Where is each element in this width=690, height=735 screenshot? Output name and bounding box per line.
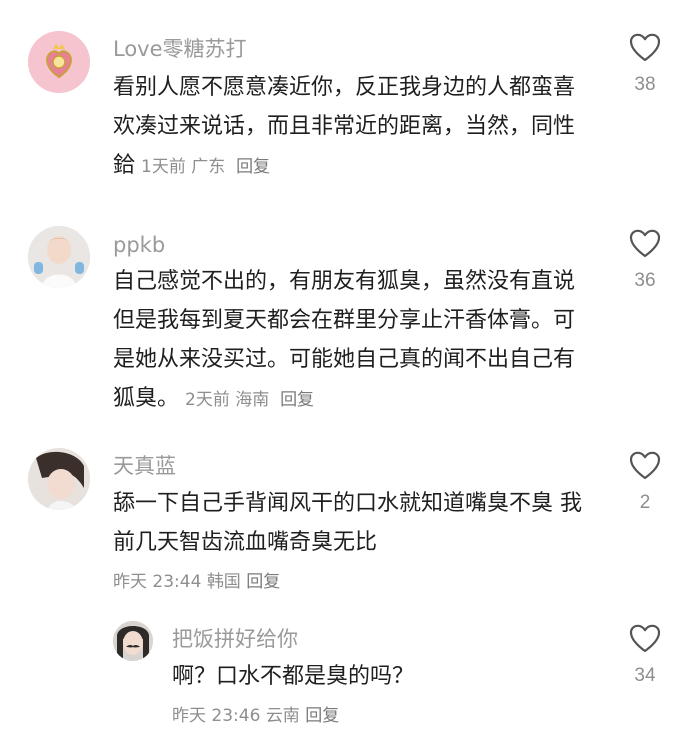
comment-location: 韩国 <box>206 572 241 592</box>
like-count: 38 <box>634 74 656 95</box>
comment-meta: 2天前 海南 回复 <box>185 390 314 410</box>
heart-icon <box>629 229 661 258</box>
reply-time: 昨天 23:46 <box>172 706 261 726</box>
like-count: 34 <box>634 665 656 686</box>
comment-time: 昨天 23:44 <box>113 572 202 592</box>
heart-icon <box>629 33 661 62</box>
reply-button[interactable]: 回复 <box>236 157 270 177</box>
comment-text: 看别人愿不愿意凑近你，反正我身边的人都蛮喜欢凑过来说话，而且非常近的距离，当然，… <box>113 68 583 187</box>
comment-meta: 昨天 23:44 韩国 回复 <box>113 570 280 594</box>
avatar[interactable] <box>113 621 153 661</box>
reply-button[interactable]: 回复 <box>280 390 314 410</box>
avatar[interactable] <box>28 31 90 93</box>
comment-text: 舔一下自己手背闻风干的口水就知道嘴臭不臭 我前几天智齿流血嘴奇臭无比 <box>113 484 583 562</box>
like-count: 2 <box>639 492 651 513</box>
reply-button[interactable]: 回复 <box>246 572 280 592</box>
girl-photo-avatar <box>28 448 90 510</box>
reply-text-body: 啊？口水不都是臭的吗？ <box>172 664 415 689</box>
mustache-girl-avatar <box>113 621 153 661</box>
like-count: 36 <box>634 270 656 291</box>
username[interactable]: ppkb <box>113 232 165 258</box>
username[interactable]: 天真蓝 <box>113 453 176 479</box>
heart-icon <box>629 451 661 480</box>
username[interactable]: Love零糖苏打 <box>113 36 247 62</box>
comment-time: 1天前 <box>141 157 186 177</box>
reply-button[interactable]: 回复 <box>305 706 339 726</box>
avatar[interactable] <box>28 448 90 510</box>
reply-meta: 昨天 23:46 云南 回复 <box>172 704 339 728</box>
heart-icon <box>629 624 661 653</box>
comment-time: 2天前 <box>185 390 230 410</box>
comment-text-body: 自己感觉不出的，有朋友有狐臭，虽然没有直说但是我每到夏天都会在群里分享止汗香体膏… <box>113 269 576 411</box>
comment-text-body: 舔一下自己手背闻风干的口水就知道嘴臭不臭 我前几天智齿流血嘴奇臭无比 <box>113 491 582 555</box>
girl-photo-avatar <box>28 226 90 288</box>
like-button[interactable]: 2 <box>615 451 675 514</box>
like-button[interactable]: 38 <box>615 33 675 96</box>
avatar[interactable] <box>28 226 90 288</box>
reply-location: 云南 <box>265 706 300 726</box>
comment-meta: 1天前 广东 回复 <box>141 157 270 177</box>
pink-heart-badge-icon <box>28 31 90 93</box>
comment-location: 海南 <box>235 390 270 410</box>
username[interactable]: 把饭拼好给你 <box>172 626 298 652</box>
like-button[interactable]: 36 <box>615 229 675 292</box>
like-button[interactable]: 34 <box>615 624 675 687</box>
reply-text: 啊？口水不都是臭的吗？ <box>172 657 592 696</box>
comment-location: 广东 <box>191 157 226 177</box>
comment-text: 自己感觉不出的，有朋友有狐臭，虽然没有直说但是我每到夏天都会在群里分享止汗香体膏… <box>113 262 583 420</box>
